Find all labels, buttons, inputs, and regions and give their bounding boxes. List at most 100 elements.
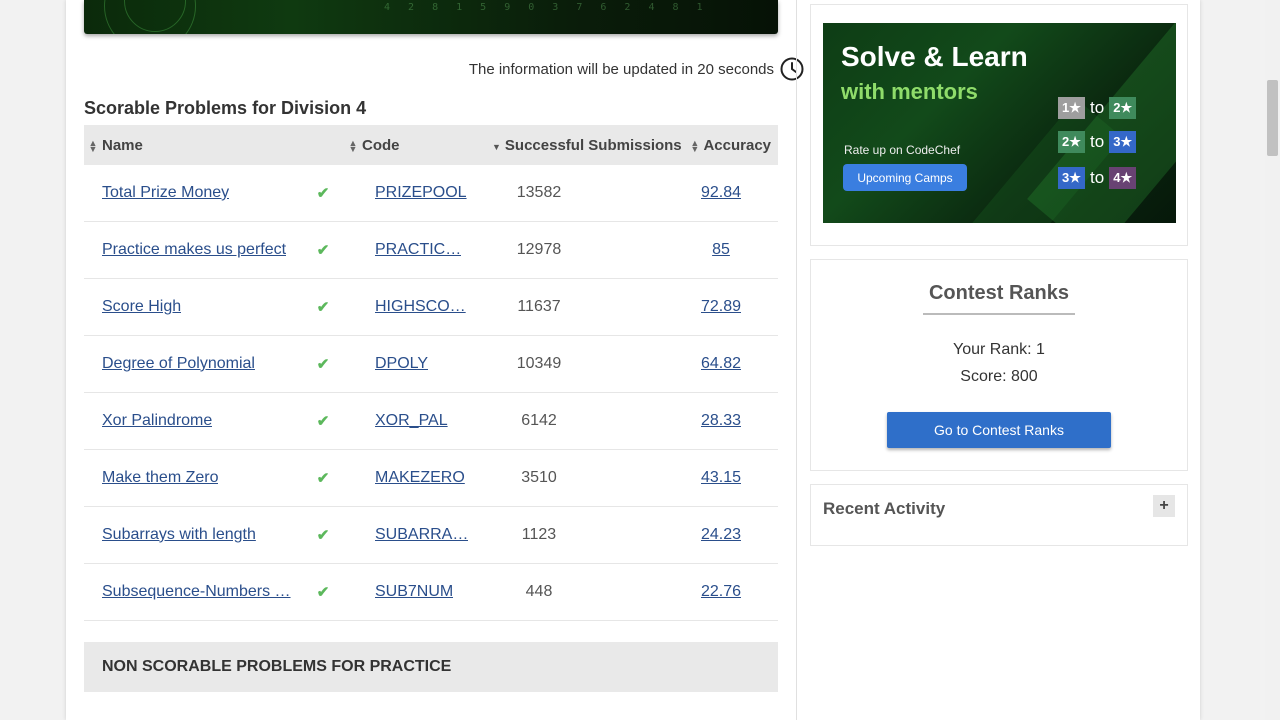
non-scorable-section-header[interactable]: NON SCORABLE PROBLEMS FOR PRACTICE bbox=[84, 642, 778, 692]
star-badge-4: 4★ bbox=[1109, 167, 1137, 189]
column-submissions-label: Successful Submissions bbox=[504, 136, 682, 154]
table-row: Subarrays with length ✔ SUBARRA… 1123 24… bbox=[84, 506, 778, 564]
sort-code-cell[interactable]: ▲ ▼ bbox=[314, 125, 362, 165]
problem-name-link[interactable]: Make them Zero bbox=[102, 469, 218, 487]
upcoming-camps-button[interactable]: Upcoming Camps bbox=[843, 164, 967, 191]
check-icon: ✔ bbox=[316, 526, 330, 544]
submissions-count: 12978 bbox=[492, 221, 664, 279]
problem-name-link[interactable]: Subsequence-Numbers … bbox=[102, 583, 291, 601]
page-container: 4 2 8 1 5 9 0 3 7 6 2 4 8 1 The informat… bbox=[66, 0, 1200, 720]
problems-table: ▲ ▼ Name ▲ ▼ Code ▼ Successful Submissions bbox=[84, 125, 778, 621]
table-row: Practice makes us perfect ✔ PRACTIC… 129… bbox=[84, 221, 778, 279]
update-text: The information will be updated in 20 se… bbox=[468, 60, 774, 78]
accuracy-link[interactable]: 64.82 bbox=[701, 355, 741, 373]
ad-subtitle: with mentors bbox=[841, 79, 978, 104]
check-icon: ✔ bbox=[316, 469, 330, 487]
sort-icon[interactable]: ▲ ▼ bbox=[348, 138, 358, 153]
accuracy-link[interactable]: 22.76 bbox=[701, 583, 741, 601]
accuracy-link[interactable]: 92.84 bbox=[701, 184, 741, 202]
accuracy-link[interactable]: 24.23 bbox=[701, 526, 741, 544]
rank-to-word: to bbox=[1090, 168, 1105, 187]
star-badge-3: 3★ bbox=[1058, 167, 1085, 189]
scrollbar-thumb[interactable] bbox=[1267, 80, 1278, 156]
problem-code-link[interactable]: HIGHSCO… bbox=[375, 298, 466, 316]
clock-icon bbox=[780, 57, 804, 81]
ad-title: Solve & Learn bbox=[841, 41, 1028, 72]
contest-ranks-title: Contest Ranks bbox=[923, 282, 1075, 315]
problem-name-link[interactable]: Degree of Polynomial bbox=[102, 355, 255, 373]
problem-name-link[interactable]: Score High bbox=[102, 298, 181, 316]
accuracy-link[interactable]: 43.15 bbox=[701, 469, 741, 487]
table-row: Total Prize Money ✔ PRIZEPOOL 13582 92.8… bbox=[84, 165, 778, 222]
check-icon: ✔ bbox=[316, 583, 330, 601]
column-header-name[interactable]: Name bbox=[102, 125, 314, 165]
column-divider bbox=[796, 0, 797, 720]
submissions-count: 6142 bbox=[492, 392, 664, 450]
contest-ranks-card: Contest Ranks Your Rank: 1 Score: 800 Go… bbox=[810, 259, 1188, 471]
star-badge-2: 2★ bbox=[1109, 97, 1137, 119]
update-notice: The information will be updated in 20 se… bbox=[469, 56, 804, 82]
column-header-code[interactable]: Code bbox=[362, 125, 492, 165]
problem-name-link[interactable]: Subarrays with length bbox=[102, 526, 256, 544]
check-icon: ✔ bbox=[316, 412, 330, 430]
check-icon: ✔ bbox=[316, 184, 330, 202]
column-code-label: Code bbox=[362, 136, 400, 154]
star-badge-3: 3★ bbox=[1109, 131, 1137, 153]
check-icon: ✔ bbox=[316, 298, 330, 316]
problem-code-link[interactable]: DPOLY bbox=[375, 355, 428, 373]
main-column: 4 2 8 1 5 9 0 3 7 6 2 4 8 1 The informat… bbox=[84, 0, 804, 720]
problem-name-link[interactable]: Practice makes us perfect bbox=[102, 241, 286, 259]
problem-code-link[interactable]: PRIZEPOOL bbox=[375, 184, 467, 202]
check-icon: ✔ bbox=[316, 241, 330, 259]
problem-name-link[interactable]: Xor Palindrome bbox=[102, 412, 212, 430]
sort-desc-icon[interactable]: ▼ bbox=[492, 142, 501, 152]
rank-upgrade-row: 1★ to 2★ bbox=[1058, 97, 1137, 119]
problem-code-link[interactable]: SUB7NUM bbox=[375, 583, 453, 601]
problem-code-link[interactable]: MAKEZERO bbox=[375, 469, 465, 487]
banner-digits: 4 2 8 1 5 9 0 3 7 6 2 4 8 1 bbox=[384, 2, 709, 13]
problem-code-link[interactable]: PRACTIC… bbox=[375, 241, 461, 259]
accuracy-link[interactable]: 85 bbox=[712, 241, 730, 259]
recent-activity-card: Recent Activity + bbox=[810, 484, 1188, 546]
table-row: Xor Palindrome ✔ XOR_PAL 6142 28.33 bbox=[84, 392, 778, 450]
rank-to-word: to bbox=[1090, 98, 1105, 117]
star-badge-1: 1★ bbox=[1058, 97, 1085, 119]
your-rank-text: Your Rank: 1 bbox=[953, 341, 1045, 358]
accuracy-link[interactable]: 72.89 bbox=[701, 298, 741, 316]
rank-upgrade-row: 2★ to 3★ bbox=[1058, 131, 1137, 153]
problem-code-link[interactable]: XOR_PAL bbox=[375, 412, 448, 430]
check-icon: ✔ bbox=[316, 355, 330, 373]
accuracy-link[interactable]: 28.33 bbox=[701, 412, 741, 430]
submissions-count: 13582 bbox=[492, 165, 664, 222]
go-to-contest-ranks-button[interactable]: Go to Contest Ranks bbox=[887, 412, 1111, 448]
section-title: Scorable Problems for Division 4 bbox=[84, 98, 367, 118]
submissions-count: 11637 bbox=[492, 278, 664, 336]
column-header-submissions[interactable]: ▼ Successful Submissions bbox=[492, 125, 682, 165]
column-name-label: Name bbox=[102, 136, 143, 154]
rank-upgrade-row: 3★ to 4★ bbox=[1058, 167, 1137, 189]
recent-activity-title: Recent Activity bbox=[823, 499, 946, 518]
submissions-count: 3510 bbox=[492, 449, 664, 507]
sort-icon[interactable]: ▲ ▼ bbox=[690, 138, 700, 153]
expand-button[interactable]: + bbox=[1153, 495, 1175, 517]
problem-name-link[interactable]: Total Prize Money bbox=[102, 184, 229, 202]
column-accuracy-label: Accuracy bbox=[703, 136, 771, 154]
problem-code-link[interactable]: SUBARRA… bbox=[375, 526, 468, 544]
table-header-row: ▲ ▼ Name ▲ ▼ Code ▼ Successful Submissions bbox=[84, 125, 778, 165]
table-row: Make them Zero ✔ MAKEZERO 3510 43.15 bbox=[84, 449, 778, 507]
ad-tagline: Rate up on CodeChef bbox=[844, 143, 961, 157]
star-badge-2: 2★ bbox=[1058, 131, 1085, 153]
mentors-ad-banner[interactable]: Solve & Learn with mentors Rate up on Co… bbox=[823, 23, 1176, 223]
submissions-count: 10349 bbox=[492, 335, 664, 393]
rank-to-word: to bbox=[1090, 132, 1105, 151]
score-text: Score: 800 bbox=[960, 368, 1038, 385]
submissions-count: 1123 bbox=[492, 506, 664, 564]
sort-name-cell[interactable]: ▲ ▼ bbox=[84, 125, 102, 165]
table-row: Score High ✔ HIGHSCO… 11637 72.89 bbox=[84, 278, 778, 336]
submissions-count: 448 bbox=[492, 563, 664, 621]
sort-icon[interactable]: ▲ ▼ bbox=[88, 138, 98, 153]
contest-banner: 4 2 8 1 5 9 0 3 7 6 2 4 8 1 bbox=[84, 0, 778, 34]
ad-card: Solve & Learn with mentors Rate up on Co… bbox=[810, 4, 1188, 246]
table-row: Degree of Polynomial ✔ DPOLY 10349 64.82 bbox=[84, 335, 778, 393]
page-scrollbar[interactable] bbox=[1265, 0, 1280, 720]
